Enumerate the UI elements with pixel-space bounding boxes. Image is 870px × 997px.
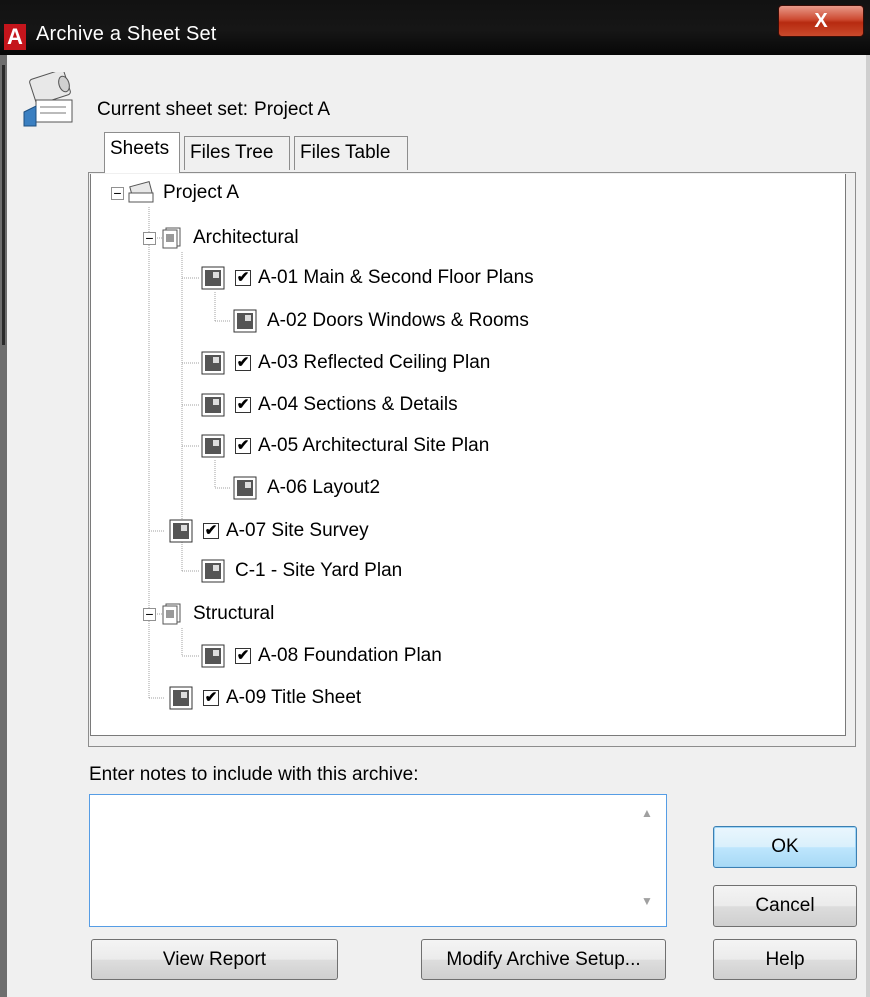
tree-node-structural[interactable]: − Structural <box>143 598 274 630</box>
sheet-icon <box>233 476 257 500</box>
tab-files-table[interactable]: Files Table <box>294 136 408 170</box>
tree-node-sheet[interactable]: A-02 Doors Windows & Rooms <box>233 305 529 337</box>
ok-button[interactable]: OK <box>713 826 857 868</box>
sheet-checkbox[interactable]: ✔ <box>203 690 219 706</box>
tree-label: A-04 Sections & Details <box>258 394 458 415</box>
sheet-checkbox[interactable]: ✔ <box>235 438 251 454</box>
tree-label: A-06 Layout2 <box>267 477 381 498</box>
window-frame-right <box>866 55 870 997</box>
subset-icon <box>162 603 181 625</box>
modify-archive-setup-button[interactable]: Modify Archive Setup... <box>421 939 666 980</box>
sheet-set-icon <box>128 181 154 203</box>
tree-label: A-02 Doors Windows & Rooms <box>267 310 529 331</box>
view-report-button[interactable]: View Report <box>91 939 338 980</box>
sheet-icon <box>169 686 193 710</box>
notes-textarea[interactable] <box>89 794 667 927</box>
sheet-icon <box>201 644 225 668</box>
tree-node-sheet[interactable]: ✔ A-08 Foundation Plan <box>201 640 442 672</box>
tree-label: C-1 - Site Yard Plan <box>235 560 403 581</box>
tree-label: A-05 Architectural Site Plan <box>258 435 490 456</box>
collapse-icon[interactable]: − <box>111 186 124 200</box>
tab-files-tree[interactable]: Files Tree <box>184 136 290 170</box>
sheet-icon <box>201 351 225 375</box>
sheet-icon <box>201 266 225 290</box>
sheet-checkbox[interactable]: ✔ <box>235 270 251 286</box>
tree-node-architectural[interactable]: − Architectural <box>143 222 299 254</box>
current-sheet-set-label: Current sheet set: Project A <box>97 99 331 120</box>
tree-label: Structural <box>193 603 275 624</box>
tree-node-sheet[interactable]: ✔ A-03 Reflected Ceiling Plan <box>201 347 490 379</box>
cancel-button[interactable]: Cancel <box>713 885 857 927</box>
tree-node-sheet[interactable]: ✔ A-09 Title Sheet <box>169 682 361 714</box>
autocad-logo-icon: A <box>4 24 26 50</box>
collapse-icon[interactable]: − <box>143 231 156 245</box>
tree-label: A-01 Main & Second Floor Plans <box>258 267 534 288</box>
tree-node-sheet[interactable]: A-06 Layout2 <box>233 472 380 504</box>
sheet-icon <box>201 393 225 417</box>
sheet-checkbox[interactable]: ✔ <box>235 397 251 413</box>
tree-node-sheet[interactable]: ✔ A-01 Main & Second Floor Plans <box>201 262 534 294</box>
tree-label: Architectural <box>193 227 299 248</box>
tree-node-sheet[interactable]: ✔ A-05 Architectural Site Plan <box>201 430 489 462</box>
tree-node-project[interactable]: − Project A <box>111 177 239 209</box>
notes-label: Enter notes to include with this archive… <box>89 764 419 785</box>
sheet-checkbox[interactable]: ✔ <box>203 523 219 539</box>
sheet-checkbox[interactable]: ✔ <box>235 648 251 664</box>
tab-sheets[interactable]: Sheets <box>104 132 180 173</box>
tree-label: A-03 Reflected Ceiling Plan <box>258 352 491 373</box>
window-title: Archive a Sheet Set <box>36 23 217 45</box>
title-bar: A Archive a Sheet Set X <box>0 0 870 55</box>
current-sheet-set-value: Project A <box>254 99 331 120</box>
sheet-icon <box>201 434 225 458</box>
sheet-icon <box>169 519 193 543</box>
help-button[interactable]: Help <box>713 939 857 980</box>
scroll-down-arrow-icon[interactable]: ▼ <box>637 894 657 914</box>
tree-label: Project A <box>163 182 240 203</box>
sheet-tree[interactable]: − Project A − Architectural ✔ A-01 Main … <box>90 174 846 736</box>
scroll-up-arrow-icon[interactable]: ▲ <box>637 806 657 826</box>
sheet-set-icon <box>23 72 73 127</box>
close-button[interactable]: X <box>778 5 864 37</box>
tree-label: A-07 Site Survey <box>226 520 369 541</box>
sheet-icon <box>233 309 257 333</box>
tree-label: A-08 Foundation Plan <box>258 645 442 666</box>
tree-node-sheet[interactable]: C-1 - Site Yard Plan <box>201 555 402 587</box>
sheet-icon <box>201 559 225 583</box>
subset-icon <box>162 227 181 249</box>
tree-node-sheet[interactable]: ✔ A-04 Sections & Details <box>201 389 458 421</box>
window-frame-left <box>0 55 7 997</box>
collapse-icon[interactable]: − <box>143 607 156 621</box>
tree-node-sheet[interactable]: ✔ A-07 Site Survey <box>169 515 369 547</box>
sheet-checkbox[interactable]: ✔ <box>235 355 251 371</box>
tree-label: A-09 Title Sheet <box>226 687 362 708</box>
